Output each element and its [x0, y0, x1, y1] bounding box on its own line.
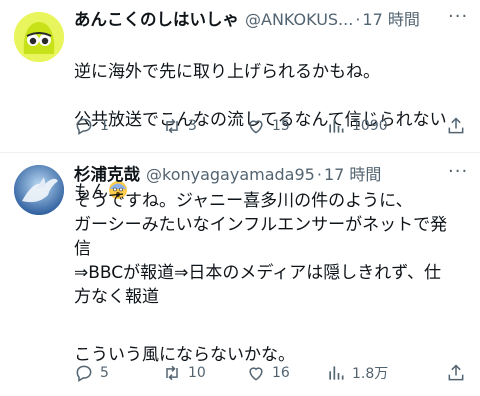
retweet-button[interactable]: 10: [162, 363, 206, 383]
retweet-count: 10: [188, 365, 206, 381]
views-icon: [329, 366, 344, 380]
tweet-text-line: 方なく報道: [74, 287, 159, 307]
tweet-text: そうですね。ジャニー喜多川の件のように、 ガーシーみたいなインフルエンサーがネッ…: [74, 189, 474, 367]
like-button[interactable]: 16: [246, 363, 290, 383]
tweet-text-line: そうですね。ジャニー喜多川の件のように、: [74, 191, 413, 211]
tweet-actions: 5 10 16 1.8万: [74, 363, 474, 387]
tweet-header: あんこくのしはいしゃ @ANKOKUS... · 17 時間: [74, 6, 420, 30]
retweet-icon: [166, 365, 178, 381]
retweet-button[interactable]: 3: [162, 116, 197, 136]
tweet-text-line: ⇒BBCが報道⇒日本のメディアは隠しきれず、仕: [74, 263, 442, 283]
views-button[interactable]: 1090: [326, 116, 388, 136]
more-icon[interactable]: ···: [448, 6, 468, 27]
user-handle[interactable]: @konyagayamada95: [146, 165, 315, 184]
tweet-actions: 1 3 15 1090: [74, 116, 474, 140]
display-name[interactable]: 杉浦克哉: [74, 161, 140, 185]
share-button[interactable]: [446, 363, 466, 387]
retweet-count: 3: [188, 118, 197, 134]
timestamp[interactable]: 17 時間: [362, 6, 419, 30]
like-button[interactable]: 15: [246, 116, 290, 136]
like-count: 15: [272, 118, 290, 134]
timestamp[interactable]: 17 時間: [324, 161, 381, 185]
tweet-2[interactable]: 杉浦克哉 @konyagayamada95 · 17 時間 ··· そうですね。…: [0, 153, 480, 396]
reply-count: 5: [100, 365, 109, 381]
avatar[interactable]: [14, 12, 64, 62]
reply-icon: [76, 365, 92, 382]
avatar[interactable]: [14, 165, 64, 215]
tweet-text-line: [74, 309, 474, 333]
more-icon[interactable]: ···: [448, 161, 468, 182]
reply-count: 1: [100, 118, 109, 134]
reply-icon: [76, 118, 92, 135]
like-icon: [249, 367, 263, 381]
like-icon: [249, 120, 263, 134]
tweet-text-line: 逆に海外で先に取り上げられるかもね。: [74, 62, 380, 82]
tweet-text-line: ガーシーみたいなインフルエンサーがネットで発: [74, 215, 448, 235]
tweet-text-line: 信: [74, 239, 91, 259]
separator-dot: ·: [316, 165, 322, 184]
tweet-header: 杉浦克哉 @konyagayamada95 · 17 時間: [74, 161, 381, 185]
squid-avatar-icon: [14, 12, 64, 62]
user-handle[interactable]: @ANKOKUS...: [245, 10, 353, 29]
share-button[interactable]: [446, 116, 466, 140]
retweet-icon: [166, 118, 178, 134]
share-icon: [448, 117, 464, 134]
views-count: 1090: [352, 118, 388, 134]
share-icon: [448, 364, 464, 381]
reply-button[interactable]: 1: [74, 116, 109, 136]
tweet-1[interactable]: あんこくのしはいしゃ @ANKOKUS... · 17 時間 ··· 逆に海外で…: [0, 0, 480, 202]
views-count: 1.8万: [352, 366, 389, 382]
display-name[interactable]: あんこくのしはいしゃ: [74, 6, 239, 30]
bird-avatar-icon: [14, 165, 64, 215]
views-icon: [329, 119, 344, 133]
reply-button[interactable]: 5: [74, 363, 109, 383]
separator-dot: ·: [355, 10, 361, 29]
views-button[interactable]: 1.8万: [326, 363, 388, 383]
like-count: 16: [272, 365, 290, 381]
